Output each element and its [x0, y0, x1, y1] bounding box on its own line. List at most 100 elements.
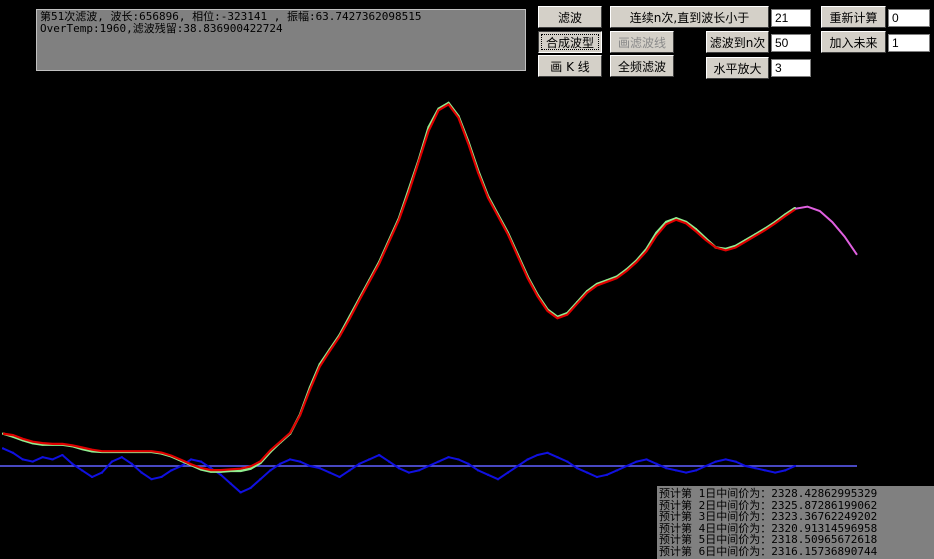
residual-point [388, 460, 391, 463]
wave-chart [0, 101, 858, 494]
residual-point [378, 454, 381, 456]
residual-point [219, 473, 222, 476]
synth-wave-button[interactable]: 合成波型 [538, 31, 602, 53]
residual-point [655, 462, 658, 465]
price-point [239, 469, 242, 472]
residual-point [308, 465, 311, 467]
recalc-value-input[interactable]: 0 [888, 9, 930, 27]
future-projection-line [794, 205, 858, 256]
residual-point [566, 460, 569, 463]
residual-point [259, 478, 262, 481]
residual-point [21, 458, 24, 461]
residual-point [794, 465, 796, 467]
residual-point [437, 460, 440, 463]
residual-point [447, 456, 450, 459]
residual-point [526, 458, 529, 461]
residual-point [546, 451, 549, 454]
filter-button[interactable]: 滤波 [538, 6, 602, 28]
residual-point [645, 458, 648, 461]
residual-point [457, 458, 460, 461]
forecast-line: 预计第 1日中间价为：2328.42862995329 [659, 487, 878, 500]
residual-point [685, 471, 688, 474]
residual-point [477, 469, 480, 472]
residual-point [81, 469, 84, 472]
residual-point [724, 458, 727, 461]
residual-point [556, 456, 559, 459]
residual-point [239, 491, 242, 494]
forecast-line: 预计第 6日中间价为：2316.15736890744 [659, 544, 878, 558]
residual-point [101, 471, 103, 474]
residual-point [190, 458, 193, 461]
residual-point [249, 487, 252, 489]
residual-point [784, 469, 787, 472]
residual-point [130, 462, 133, 465]
draw-kline-button[interactable]: 画 K 线 [538, 55, 602, 77]
residual-point [714, 460, 717, 463]
residual-point [407, 471, 410, 474]
residual-point [596, 476, 598, 478]
residual-point [328, 471, 331, 474]
filter-info-line-1: 第51次滤波, 波长:656896, 相位:-323141 , 振幅:63.74… [40, 11, 422, 23]
residual-point [774, 471, 777, 474]
residual-point [299, 460, 301, 463]
filter-to-n-button[interactable]: 滤波到n次 [706, 31, 769, 53]
residual-point [170, 469, 173, 472]
residual-point [11, 451, 14, 454]
residual-point [576, 467, 579, 470]
residual-point [289, 458, 292, 461]
residual-point [41, 456, 44, 459]
residual-point [338, 476, 341, 478]
residual-point [427, 465, 430, 467]
fitted-wave-line [2, 102, 796, 472]
residual-point [417, 469, 420, 472]
draw-filter-line-button[interactable]: 画滤波线 [610, 31, 674, 53]
residual-point [269, 469, 272, 472]
forecast-line: 预计第 3日中间价为：2323.36762249202 [659, 510, 878, 523]
residual-point [497, 478, 499, 481]
horizontal-zoom-button[interactable]: 水平放大 [706, 57, 769, 79]
residual-point [398, 467, 400, 470]
residual-point [625, 465, 628, 467]
forecast-panel: 预计第 1日中间价为：2328.42862995329 预计第 2日中间价为：2… [657, 486, 934, 559]
residual-point [695, 469, 697, 472]
continuous-filter-button[interactable]: 连续n次,直到波长小于 [610, 6, 769, 28]
residual-point [665, 467, 668, 470]
residual-point [91, 476, 94, 478]
residual-point [586, 471, 589, 474]
forecast-line: 预计第 5日中间价为：2318.50965672618 [659, 533, 878, 546]
residual-point [605, 473, 608, 476]
residual-point [368, 458, 371, 461]
recalculate-button[interactable]: 重新计算 [821, 6, 886, 28]
filter-n-input[interactable]: 50 [771, 34, 811, 52]
residual-point [754, 467, 757, 470]
residual-point [160, 476, 163, 478]
residual-point [120, 456, 123, 459]
residual-point [51, 458, 54, 461]
filter-info-line-2: OverTemp:1960,滤波残留:38.836900422724 [40, 23, 283, 35]
residual-point [140, 471, 143, 474]
future-value-input[interactable]: 1 [888, 34, 930, 52]
residual-point [110, 460, 113, 463]
price-point [249, 467, 252, 470]
add-future-button[interactable]: 加入未来 [821, 31, 886, 53]
residual-point [279, 462, 282, 465]
residual-point [71, 462, 74, 465]
full-freq-filter-button[interactable]: 全频滤波 [610, 55, 674, 77]
price-line [2, 101, 796, 473]
residual-point [536, 454, 539, 456]
residual-point [229, 482, 232, 485]
residual-point [348, 469, 351, 472]
wavelength-threshold-input[interactable]: 21 [771, 9, 811, 27]
residual-point [358, 462, 361, 465]
residual-point [734, 460, 737, 463]
residual-point [675, 469, 678, 472]
filter-info-panel: 第51次滤波, 波长:656896, 相位:-323141 , 振幅:63.74… [36, 9, 526, 71]
residual-point [516, 465, 519, 467]
residual-point [150, 478, 153, 481]
zoom-input[interactable]: 3 [771, 59, 811, 77]
residual-point [764, 469, 767, 472]
residual-point [635, 460, 638, 463]
residual-point [180, 465, 183, 467]
residual-point [744, 465, 747, 467]
residual-point [61, 454, 64, 456]
